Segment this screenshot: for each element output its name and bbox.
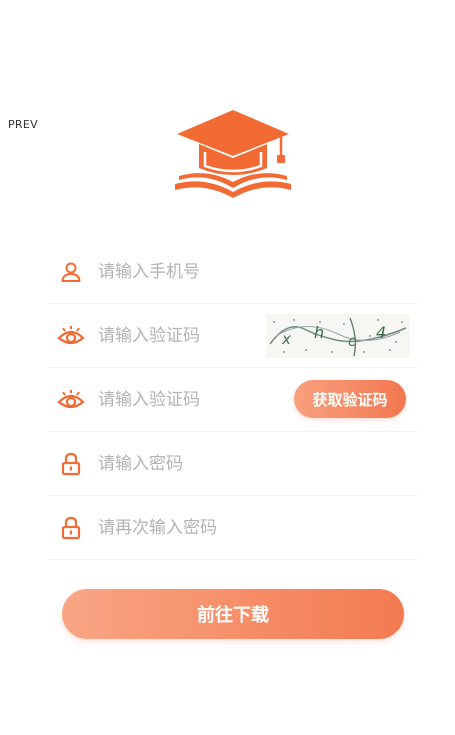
svg-text:4: 4 xyxy=(376,323,386,342)
register-page: PREV 请输入手机号 请输入验证码 x h c 4 请输入验证码 获取验证码 … xyxy=(0,0,455,735)
eye-icon xyxy=(56,385,86,415)
image-code-input[interactable] xyxy=(98,325,268,346)
eye-icon xyxy=(56,321,86,351)
svg-text:x: x xyxy=(281,330,291,348)
phone-row xyxy=(48,240,418,304)
user-icon xyxy=(56,257,86,287)
lock-icon xyxy=(56,449,86,479)
captcha-image[interactable]: x h c 4 xyxy=(266,314,410,358)
graduation-cap-logo xyxy=(175,110,291,198)
image-code-row: x h c 4 xyxy=(48,304,418,368)
sms-code-input[interactable] xyxy=(98,389,268,410)
lock-icon xyxy=(56,513,86,543)
prev-link[interactable]: PREV xyxy=(8,118,38,131)
svg-text:h: h xyxy=(314,323,324,342)
phone-input[interactable] xyxy=(98,261,268,282)
get-code-button[interactable]: 获取验证码 xyxy=(294,380,406,418)
download-button[interactable]: 前往下载 xyxy=(62,589,404,639)
sms-code-row: 获取验证码 xyxy=(48,368,418,432)
register-form: x h c 4 获取验证码 xyxy=(48,240,418,560)
svg-text:c: c xyxy=(348,332,357,350)
password-input[interactable] xyxy=(98,453,268,474)
password-confirm-input[interactable] xyxy=(98,517,268,538)
password-row xyxy=(48,432,418,496)
password-confirm-row xyxy=(48,496,418,560)
